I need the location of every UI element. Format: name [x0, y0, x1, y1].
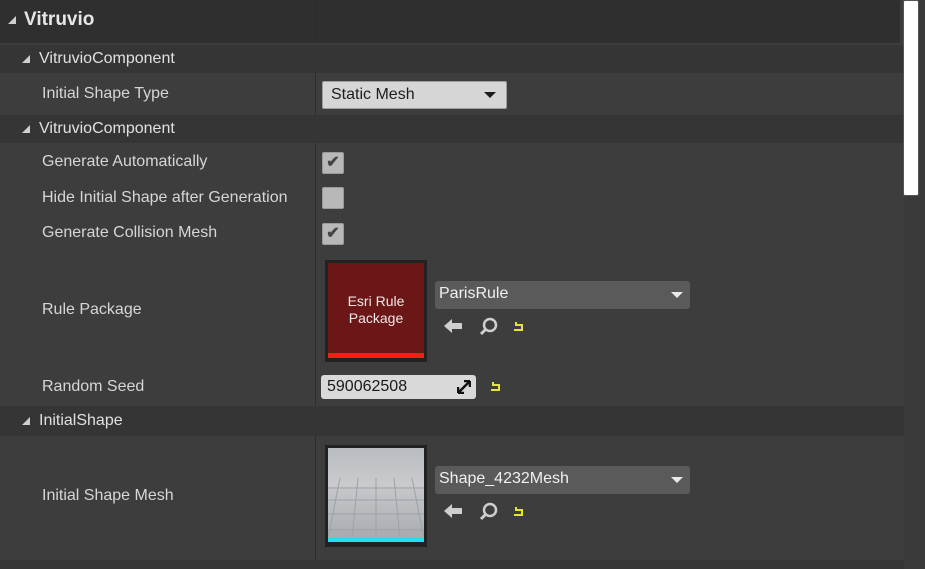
reset-to-default-icon[interactable]: [513, 505, 525, 523]
category-title: Vitruvio: [24, 9, 95, 30]
random-seed-input[interactable]: 590062508: [321, 375, 476, 399]
reset-to-default-icon[interactable]: [490, 380, 502, 398]
arrow-left-icon[interactable]: [443, 502, 463, 523]
thumbnail-text-line2: Package: [348, 310, 404, 326]
mesh-thumbnail: [328, 448, 424, 538]
generate-collision-mesh-label: Generate Collision Mesh: [42, 224, 218, 241]
initial-shape-mesh-thumbnail-frame[interactable]: [325, 445, 427, 547]
section-header-vitruvio-component-1[interactable]: VitruvioComponent: [0, 45, 920, 73]
section-title: InitialShape: [39, 412, 123, 429]
chevron-down-icon: [671, 292, 683, 298]
drag-handle-icon[interactable]: [456, 379, 472, 399]
section-title: VitruvioComponent: [39, 120, 175, 137]
rule-package-label: Rule Package: [42, 301, 142, 318]
column-divider[interactable]: [315, 143, 316, 405]
initial-shape-type-dropdown[interactable]: Static Mesh: [322, 81, 507, 109]
section-header-initial-shape[interactable]: InitialShape: [0, 406, 920, 436]
column-divider[interactable]: [315, 73, 316, 115]
expand-triangle-icon[interactable]: [22, 417, 30, 425]
hide-initial-shape-checkbox[interactable]: [322, 187, 344, 209]
hide-initial-shape-label: Hide Initial Shape after Generation: [42, 189, 288, 206]
initial-shape-type-value: Static Mesh: [331, 86, 415, 103]
search-icon[interactable]: [479, 502, 499, 525]
asset-type-color-bar: [328, 353, 424, 358]
chevron-down-icon: [484, 92, 496, 98]
expand-triangle-icon[interactable]: [22, 55, 30, 63]
rule-package-thumbnail: Esri Rule Package: [328, 263, 424, 353]
section-title: VitruvioComponent: [39, 50, 175, 67]
random-seed-label: Random Seed: [42, 378, 145, 395]
random-seed-value: 590062508: [327, 378, 408, 395]
arrow-left-icon[interactable]: [443, 317, 463, 338]
thumbnail-text-line1: Esri Rule: [347, 293, 405, 309]
column-divider[interactable]: [315, 0, 316, 43]
initial-shape-mesh-label: Initial Shape Mesh: [42, 487, 174, 504]
rule-package-thumbnail-frame[interactable]: Esri Rule Package: [325, 260, 427, 362]
category-header-vitruvio[interactable]: Vitruvio: [0, 0, 900, 43]
initial-shape-mesh-asset-picker[interactable]: Shape_4232Mesh: [435, 466, 690, 494]
generate-automatically-label: Generate Automatically: [42, 153, 208, 170]
generate-collision-mesh-checkbox[interactable]: ✔: [322, 223, 344, 245]
checkmark-icon: ✔: [326, 225, 340, 242]
initial-shape-mesh-asset-name: Shape_4232Mesh: [439, 470, 569, 487]
chevron-down-icon: [671, 477, 683, 483]
column-divider[interactable]: [315, 436, 316, 560]
rule-package-asset-name: ParisRule: [439, 285, 509, 302]
search-icon[interactable]: [479, 317, 499, 340]
bottom-separator: [0, 560, 905, 569]
rule-package-asset-picker[interactable]: ParisRule: [435, 281, 690, 309]
scrollbar-thumb[interactable]: [903, 0, 919, 196]
checkmark-icon: ✔: [326, 154, 340, 171]
expand-triangle-icon[interactable]: [8, 16, 16, 24]
section-header-vitruvio-component-2[interactable]: VitruvioComponent: [0, 115, 920, 143]
initial-shape-type-label: Initial Shape Type: [42, 85, 169, 102]
asset-type-color-bar: [328, 538, 424, 542]
expand-triangle-icon[interactable]: [22, 125, 30, 133]
reset-to-default-icon[interactable]: [513, 320, 525, 338]
generate-automatically-checkbox[interactable]: ✔: [322, 152, 344, 174]
